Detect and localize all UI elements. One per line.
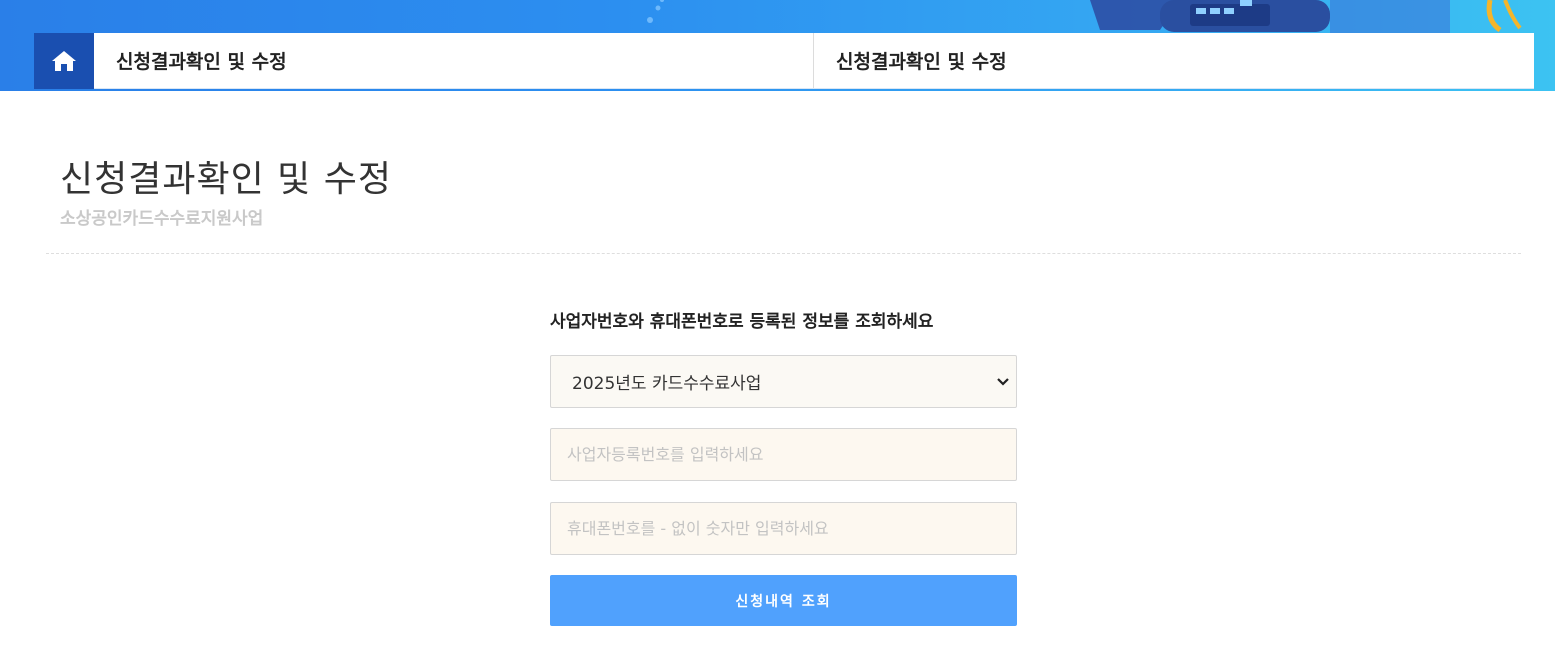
year-select-value: 2025년도 카드수수료사업: [572, 374, 762, 394]
breadcrumb-item-1[interactable]: 신청결과확인 및 수정: [94, 33, 814, 88]
home-icon: [52, 51, 76, 71]
form-instruction: 사업자번호와 휴대폰번호로 등록된 정보를 조회하세요: [550, 312, 934, 332]
home-button[interactable]: [34, 33, 94, 89]
phone-number-input[interactable]: [550, 502, 1017, 555]
search-application-button[interactable]: 신청내역 조회: [550, 575, 1017, 626]
top-banner: 신청결과확인 및 수정 신청결과확인 및 수정: [0, 0, 1555, 91]
breadcrumb-item-label: 신청결과확인 및 수정: [116, 51, 287, 73]
chevron-down-icon: [996, 377, 1010, 387]
business-number-input[interactable]: [550, 428, 1017, 481]
page-subtitle: 소상공인카드수수료지원사업: [60, 209, 264, 229]
breadcrumb: 신청결과확인 및 수정 신청결과확인 및 수정: [34, 33, 1534, 89]
breadcrumb-item-label: 신청결과확인 및 수정: [836, 51, 1007, 73]
section-divider: [46, 253, 1521, 254]
breadcrumb-item-2[interactable]: 신청결과확인 및 수정: [814, 33, 1534, 88]
year-select[interactable]: 2025년도 카드수수료사업: [550, 355, 1017, 408]
page-title: 신청결과확인 및 수정: [60, 159, 392, 200]
